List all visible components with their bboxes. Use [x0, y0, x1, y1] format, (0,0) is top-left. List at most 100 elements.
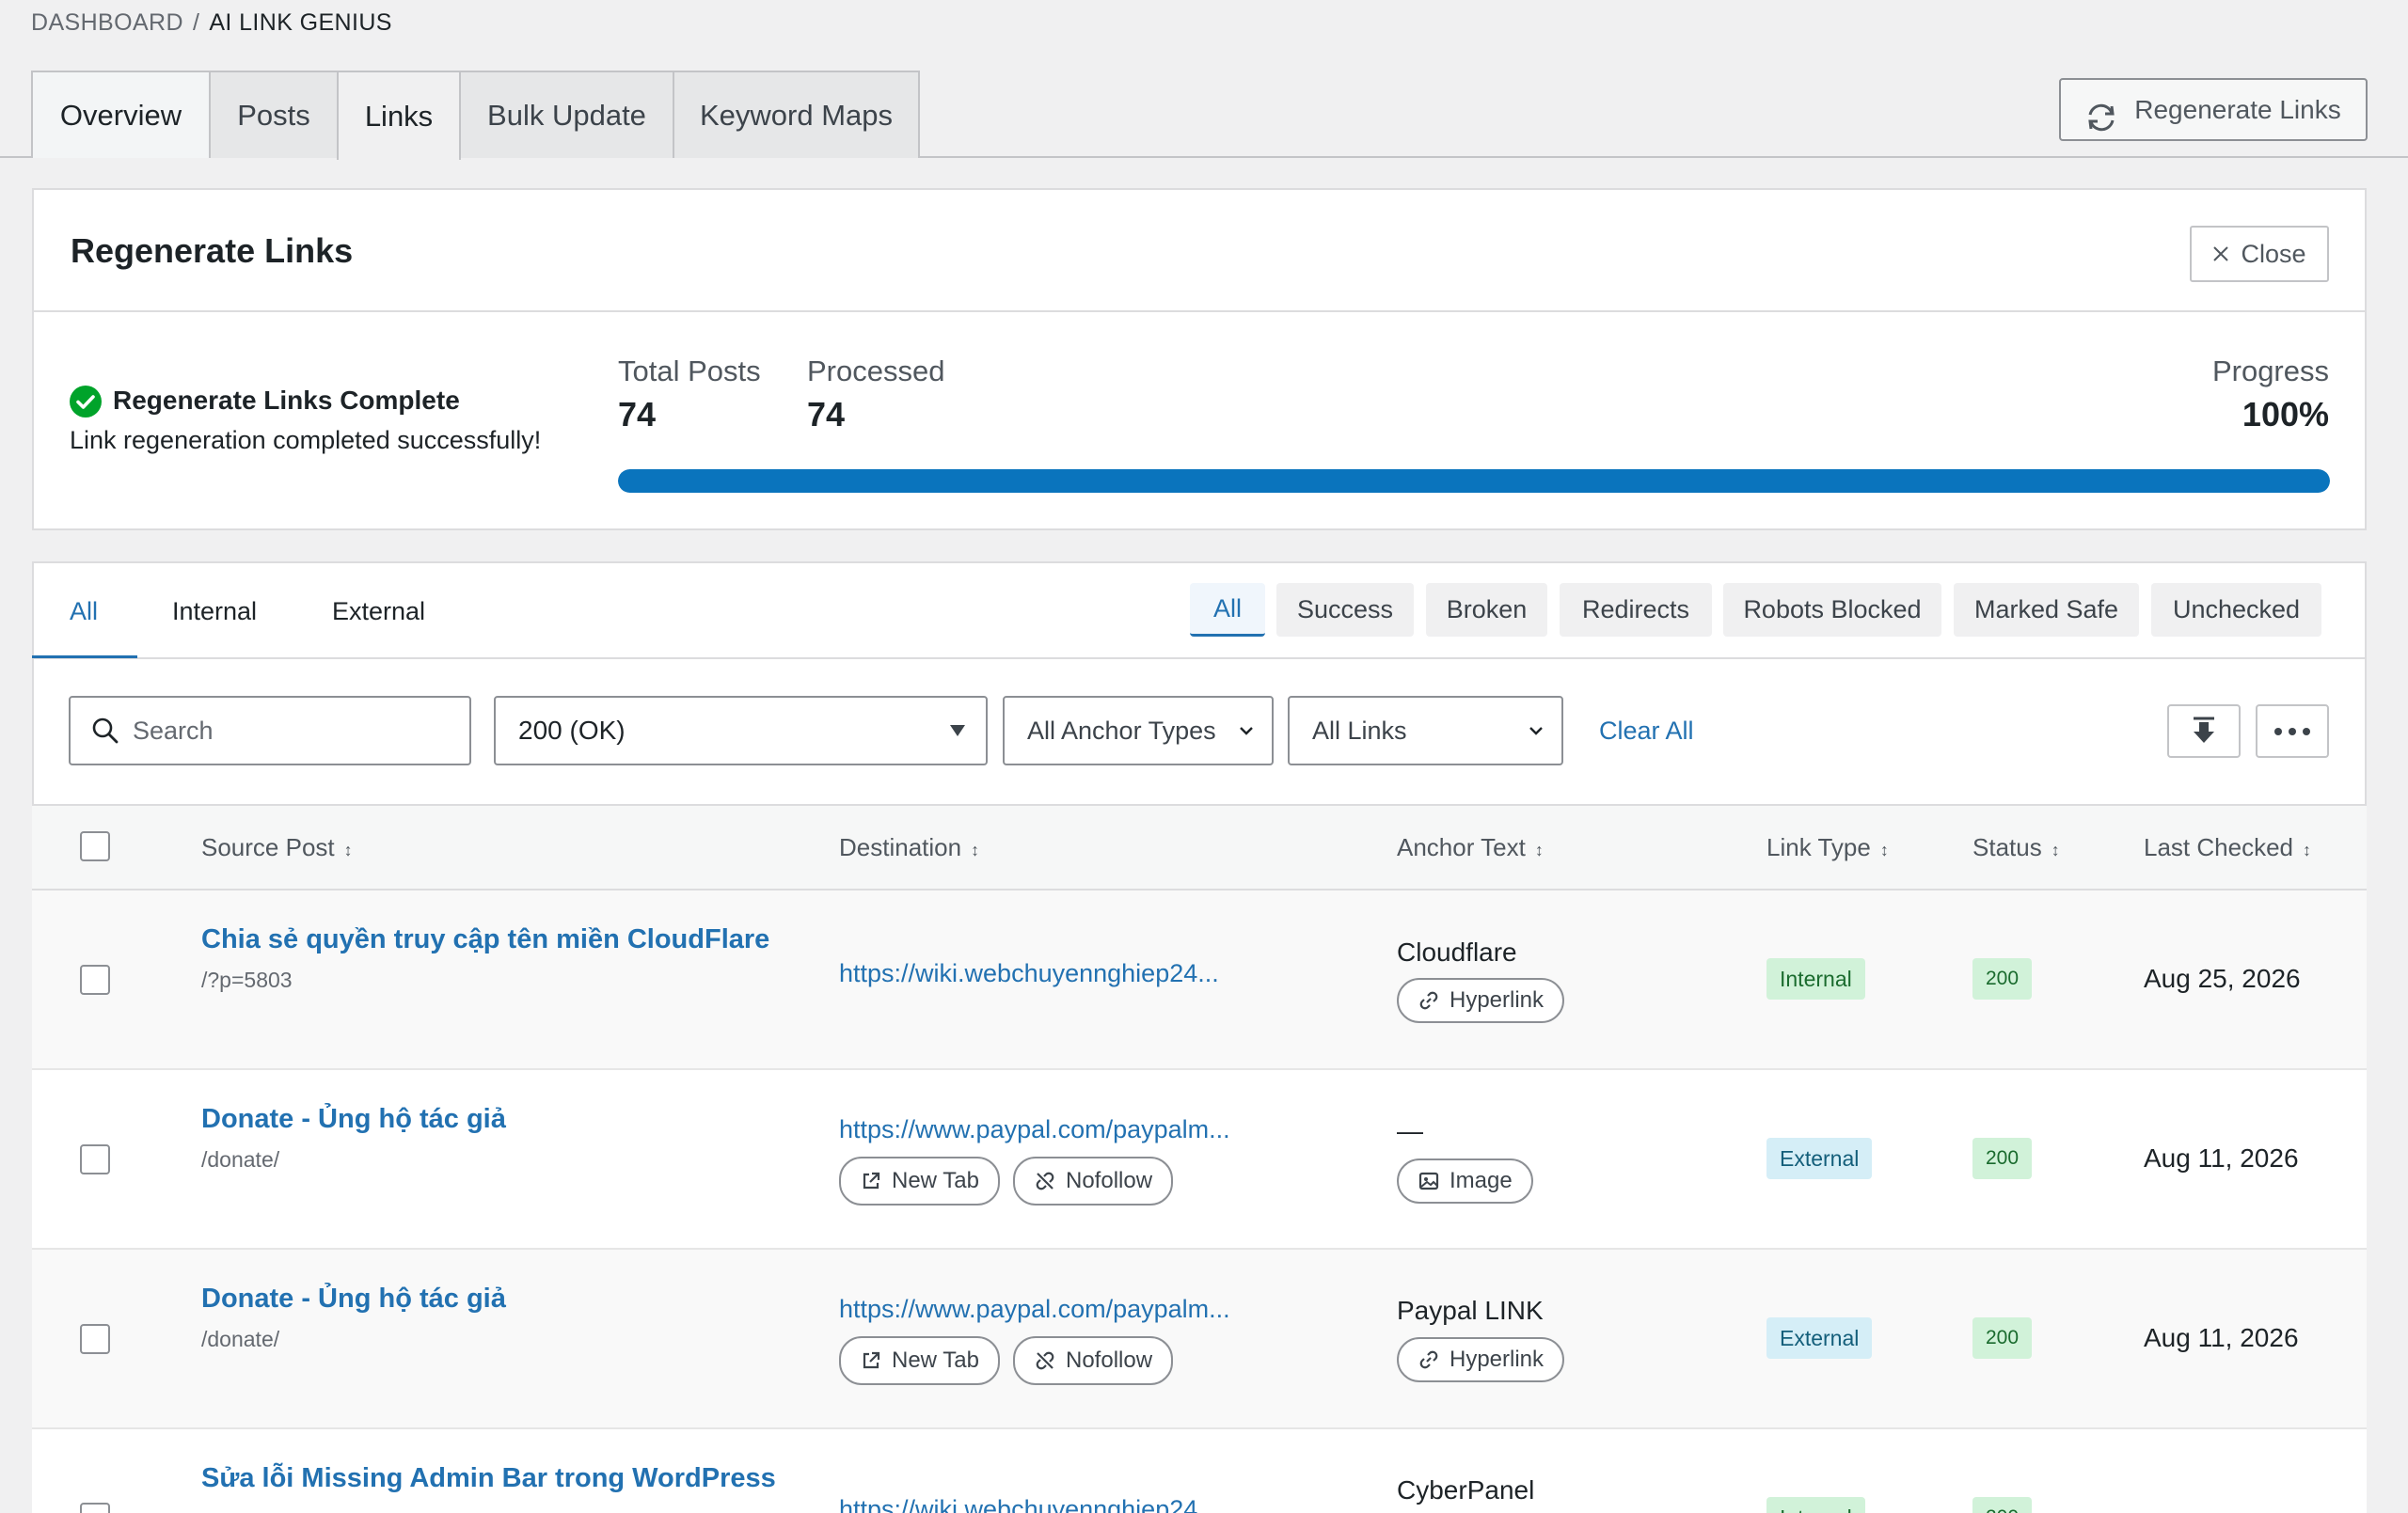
- search-input[interactable]: Search: [69, 696, 471, 765]
- new-tab-pill: New Tab: [839, 1157, 1000, 1206]
- tab-label: Links: [364, 99, 434, 133]
- regenerate-links-button[interactable]: Regenerate Links: [2059, 78, 2368, 141]
- row-checkbox[interactable]: [80, 1144, 110, 1174]
- progress-label: Progress: [2211, 355, 2329, 387]
- destination-link[interactable]: https://www.paypal.com/paypalm...: [839, 1295, 1230, 1324]
- destination-link[interactable]: https://wiki.webchuyennghiep24...: [839, 1495, 1219, 1513]
- anchor-type-value: All Anchor Types: [1027, 716, 1216, 745]
- status-code-value: 200 (OK): [518, 716, 626, 745]
- source-post-path: /?p=5803: [201, 968, 293, 992]
- tab-links[interactable]: Links: [337, 71, 461, 160]
- more-options-button[interactable]: [2256, 704, 2329, 758]
- tab-bulk-update[interactable]: Bulk Update: [459, 71, 674, 158]
- sort-icon: ↕: [1879, 841, 1889, 859]
- source-post-title[interactable]: Donate - Ủng hộ tác giả: [201, 1284, 506, 1315]
- status-badge: 200: [1972, 1138, 2033, 1179]
- filter-divider: [32, 657, 2367, 659]
- search-icon: [91, 717, 119, 745]
- row-checkbox[interactable]: [80, 1503, 110, 1513]
- sort-icon: ↕: [971, 841, 980, 859]
- last-checked-date: Aug 11, 2026: [2144, 1143, 2299, 1173]
- panel-header: Regenerate Links Close: [34, 190, 2365, 312]
- column-destination[interactable]: Destination ↕: [839, 833, 979, 862]
- status-chip-success[interactable]: Success: [1276, 583, 1414, 637]
- source-post-title[interactable]: Sửa lỗi Missing Admin Bar trong WordPres…: [201, 1463, 776, 1494]
- status-chip-broken[interactable]: Broken: [1426, 583, 1547, 637]
- destination-link[interactable]: https://wiki.webchuyennghiep24...: [839, 959, 1219, 988]
- search-placeholder: Search: [133, 716, 214, 745]
- breadcrumb-separator: /: [192, 9, 200, 36]
- row-checkbox[interactable]: [80, 1324, 110, 1354]
- link-type-badge: External: [1766, 1138, 1873, 1179]
- column-last-checked[interactable]: Last Checked ↕: [2144, 833, 2311, 862]
- column-status[interactable]: Status ↕: [1972, 833, 2060, 862]
- links-select[interactable]: All Links: [1288, 696, 1563, 765]
- tab-overview[interactable]: Overview: [31, 71, 211, 158]
- anchor-type-label: Hyperlink: [1450, 1347, 1545, 1372]
- status-badge: 200: [1972, 1317, 2033, 1359]
- column-source-post[interactable]: Source Post ↕: [201, 833, 353, 862]
- anchor-text: —: [1397, 1116, 1423, 1145]
- anchor-type-label: Hyperlink: [1450, 987, 1545, 1013]
- filter-tab-external[interactable]: External: [332, 597, 425, 626]
- breadcrumb-parent[interactable]: DASHBOARD: [31, 9, 183, 36]
- status-badge: 200: [1972, 1497, 2033, 1513]
- regenerate-links-label: Regenerate Links: [2134, 94, 2341, 124]
- column-label: Last Checked: [2144, 833, 2293, 861]
- export-button[interactable]: [2167, 704, 2241, 758]
- tab-label: Keyword Maps: [699, 98, 894, 132]
- last-checked-date: Aug 25, 2026: [2144, 964, 2301, 993]
- chevron-down-icon: [1238, 725, 1255, 736]
- link-type-badge: Internal: [1766, 1497, 1865, 1513]
- source-post-path: /donate/: [201, 1147, 280, 1172]
- total-posts-value: 74: [618, 395, 657, 433]
- status-code-select[interactable]: 200 (OK): [494, 696, 988, 765]
- refresh-icon: [2085, 103, 2117, 132]
- source-post-title[interactable]: Chia sẻ quyền truy cập tên miền CloudFla…: [201, 924, 769, 955]
- anchor-type-pill: Hyperlink: [1397, 1337, 1565, 1382]
- column-link-type[interactable]: Link Type ↕: [1766, 833, 1889, 862]
- tab-label: Overview: [59, 98, 182, 132]
- last-checked-date: Aug 11, 2026: [2144, 1323, 2299, 1352]
- link-icon: [1418, 989, 1440, 1012]
- status-chip-unchecked[interactable]: Unchecked: [2151, 583, 2321, 637]
- column-label: Destination: [839, 833, 962, 861]
- tab-label: Posts: [237, 98, 310, 132]
- download-icon: [2190, 717, 2218, 747]
- status-chip-redirects[interactable]: Redirects: [1560, 583, 1712, 637]
- sort-icon: ↕: [2051, 841, 2060, 859]
- filter-tab-internal[interactable]: Internal: [172, 597, 257, 626]
- close-button[interactable]: Close: [2190, 226, 2329, 282]
- image-icon: [1418, 1170, 1440, 1192]
- status-badge: 200: [1972, 958, 2033, 1000]
- unlink-icon: [1034, 1349, 1056, 1372]
- row-checkbox[interactable]: [80, 965, 110, 995]
- anchor-text: CyberPanel: [1397, 1475, 1535, 1505]
- status-chip-robots-blocked[interactable]: Robots Blocked: [1723, 583, 1941, 637]
- processed-label: Processed: [807, 355, 945, 387]
- anchor-type-select[interactable]: All Anchor Types: [1003, 696, 1274, 765]
- status-chip-all[interactable]: All: [1190, 583, 1265, 637]
- destination-link[interactable]: https://www.paypal.com/paypalm...: [839, 1115, 1230, 1144]
- external-link-icon: [860, 1349, 882, 1372]
- anchor-text: Cloudflare: [1397, 938, 1517, 967]
- tab-keyword-maps[interactable]: Keyword Maps: [673, 71, 920, 158]
- source-post-title[interactable]: Donate - Ủng hộ tác giả: [201, 1104, 506, 1135]
- nofollow-label: Nofollow: [1066, 1348, 1153, 1373]
- status-chip-marked-safe[interactable]: Marked Safe: [1954, 583, 2139, 637]
- tab-posts[interactable]: Posts: [209, 71, 339, 158]
- nofollow-label: Nofollow: [1066, 1168, 1153, 1193]
- filter-tab-all[interactable]: All: [70, 597, 98, 626]
- chevron-down-icon: [1528, 725, 1545, 736]
- breadcrumb: DASHBOARD / AI LINK GENIUS: [31, 9, 392, 37]
- clear-all-link[interactable]: Clear All: [1599, 717, 1694, 746]
- new-tab-label: New Tab: [892, 1168, 979, 1193]
- select-all-checkbox[interactable]: [80, 831, 110, 861]
- column-anchor-text[interactable]: Anchor Text ↕: [1397, 833, 1544, 862]
- anchor-type-label: Image: [1450, 1168, 1513, 1193]
- close-icon: [2212, 245, 2229, 262]
- triangle-down-icon: [950, 725, 965, 736]
- breadcrumb-current: AI LINK GENIUS: [209, 9, 392, 36]
- status-title: Regenerate Links Complete: [113, 386, 460, 415]
- processed-value: 74: [807, 395, 846, 433]
